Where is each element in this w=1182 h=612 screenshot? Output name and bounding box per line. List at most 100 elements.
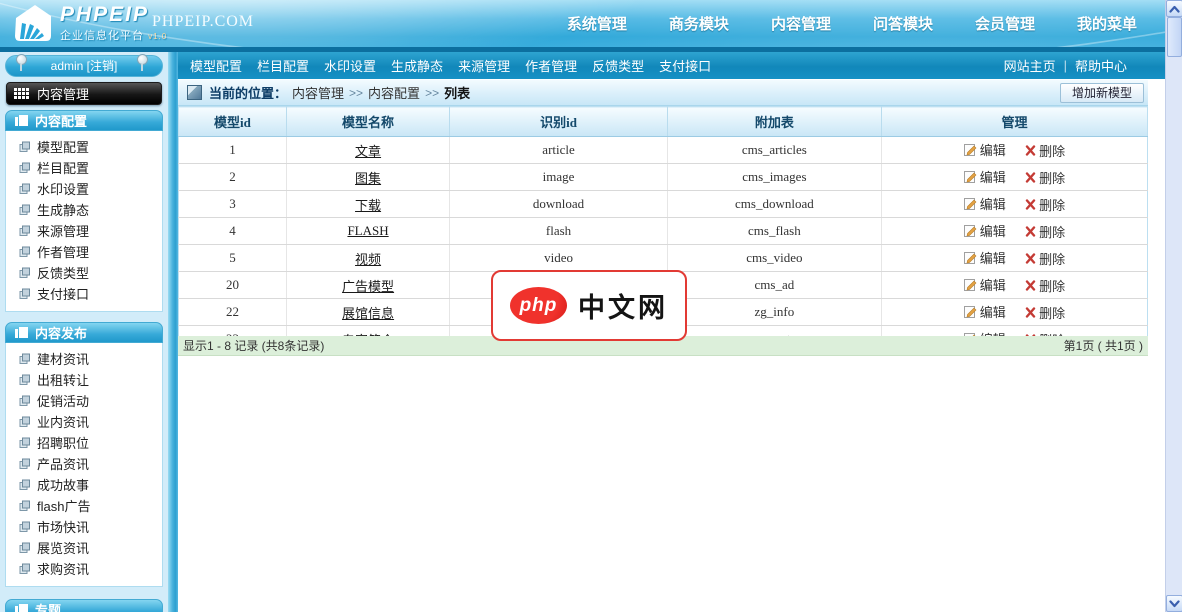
cell-attach-table: cms_ad [667,272,881,299]
layers-icon [19,542,31,554]
logout-link[interactable]: [注销] [87,59,118,73]
add-model-button[interactable]: 增加新模型 [1060,83,1144,103]
subnav-tab[interactable]: 生成静态 [391,56,443,75]
sidebar-item[interactable]: 生成静态 [6,199,162,220]
watermark-text: 中文网 [578,286,668,325]
sidebar-item[interactable]: 来源管理 [6,220,162,241]
vertical-scrollbar[interactable] [1165,0,1182,612]
help-center-link[interactable]: 帮助中心 [1075,56,1127,75]
subnav-tab[interactable]: 支付接口 [659,56,711,75]
column-header-model-name: 模型名称 [286,107,449,137]
cell-manage: 编辑 删除 [881,272,1147,299]
delete-icon [1025,253,1036,264]
sidebar-item[interactable]: 反馈类型 [6,262,162,283]
content-publish-menu: 建材资讯 出租转让 促销活动 [5,343,163,587]
sidebar-item[interactable]: 市场快讯 [6,516,162,537]
model-name-link[interactable]: FLASH [347,223,388,238]
sidebar-item[interactable]: 产品资讯 [6,453,162,474]
scroll-up-button[interactable] [1166,0,1182,17]
sidebar-item[interactable]: 支付接口 [6,283,162,304]
top-nav-item[interactable]: 商务模块 [669,13,729,34]
column-header-ident-id: 识别id [450,107,668,137]
edit-icon [964,278,977,291]
delete-icon [1025,199,1036,210]
delete-button[interactable]: 删除 [1025,276,1065,295]
top-nav-item[interactable]: 我的菜单 [1077,13,1137,34]
layers-icon [19,500,31,512]
cell-model-name: 下载 [286,191,449,218]
subnav-tab[interactable]: 模型配置 [190,56,242,75]
breadcrumb-link-content-config[interactable]: 内容配置 [368,83,420,102]
brand-name: PHPEIP [60,3,167,27]
panel-icon [15,604,28,612]
php-cn-watermark: php 中文网 [491,270,687,341]
delete-button[interactable]: 删除 [1025,168,1065,187]
scroll-down-button[interactable] [1166,595,1182,612]
sidebar-item[interactable]: 作者管理 [6,241,162,262]
edit-button[interactable]: 编辑 [964,194,1006,213]
sidebar-item[interactable]: 业内资讯 [6,411,162,432]
edit-button[interactable]: 编辑 [964,167,1006,186]
section-header-topic[interactable]: 专题 [5,599,163,612]
edit-button[interactable]: 编辑 [964,248,1006,267]
model-name-link[interactable]: 图集 [355,171,381,186]
layers-icon [19,353,31,365]
subnav-tab[interactable]: 来源管理 [458,56,510,75]
pin-icon [137,54,148,65]
subnav-tab[interactable]: 栏目配置 [257,56,309,75]
cell-manage: 编辑 删除 [881,245,1147,272]
edit-button[interactable]: 编辑 [964,140,1006,159]
edit-icon [964,170,977,183]
php-logo-icon: php [510,287,567,324]
sidebar-item[interactable]: 求购资讯 [6,558,162,579]
scrollbar-thumb[interactable] [1167,17,1182,57]
sidebar-item[interactable]: 栏目配置 [6,157,162,178]
subnav-tab[interactable]: 水印设置 [324,56,376,75]
edit-icon [964,224,977,237]
top-nav-item[interactable]: 系统管理 [567,13,627,34]
brand-version: v1.0 [148,32,167,41]
delete-button[interactable]: 删除 [1025,195,1065,214]
subnav-tab[interactable]: 作者管理 [525,56,577,75]
model-name-link[interactable]: 广告模型 [342,279,394,294]
layers-icon [19,162,31,174]
model-name-link[interactable]: 视频 [355,252,381,267]
section-header-content-config[interactable]: 内容配置 [5,110,163,131]
sidebar-item[interactable]: 招聘职位 [6,432,162,453]
sidebar-item[interactable]: 促销活动 [6,390,162,411]
page-info: 第1页 ( 共1页 ) [1064,337,1143,354]
edit-button[interactable]: 编辑 [964,221,1006,240]
top-nav-item[interactable]: 会员管理 [975,13,1035,34]
module-title: 内容管理 [37,84,89,103]
cell-model-id: 1 [179,137,287,164]
edit-button[interactable]: 编辑 [964,275,1006,294]
cell-ident-id: article [450,137,668,164]
top-nav-item[interactable]: 问答模块 [873,13,933,34]
model-name-link[interactable]: 下载 [355,198,381,213]
sidebar-item[interactable]: flash广告 [6,495,162,516]
model-name-link[interactable]: 文章 [355,144,381,159]
sidebar-item[interactable]: 水印设置 [6,178,162,199]
sidebar-item[interactable]: 出租转让 [6,369,162,390]
module-title-bar[interactable]: 内容管理 [6,82,162,105]
panel-splitter[interactable] [168,52,178,612]
sidebar-item[interactable]: 成功故事 [6,474,162,495]
subnav-tab[interactable]: 反馈类型 [592,56,644,75]
sidebar-item[interactable]: 展览资讯 [6,537,162,558]
model-name-link[interactable]: 展馆信息 [342,306,394,321]
delete-button[interactable]: 删除 [1025,141,1065,160]
sidebar-item[interactable]: 建材资讯 [6,348,162,369]
edit-icon [964,305,977,318]
site-home-link[interactable]: 网站主页 [1004,56,1056,75]
section-header-content-publish[interactable]: 内容发布 [5,322,163,343]
edit-button[interactable]: 编辑 [964,302,1006,321]
delete-button[interactable]: 删除 [1025,222,1065,241]
delete-icon [1025,280,1036,291]
delete-button[interactable]: 删除 [1025,249,1065,268]
layers-icon [19,563,31,575]
breadcrumb-link-content-manage[interactable]: 内容管理 [292,83,344,102]
sidebar-item[interactable]: 模型配置 [6,136,162,157]
top-nav-item[interactable]: 内容管理 [771,13,831,34]
layers-icon [19,246,31,258]
delete-button[interactable]: 删除 [1025,303,1065,322]
